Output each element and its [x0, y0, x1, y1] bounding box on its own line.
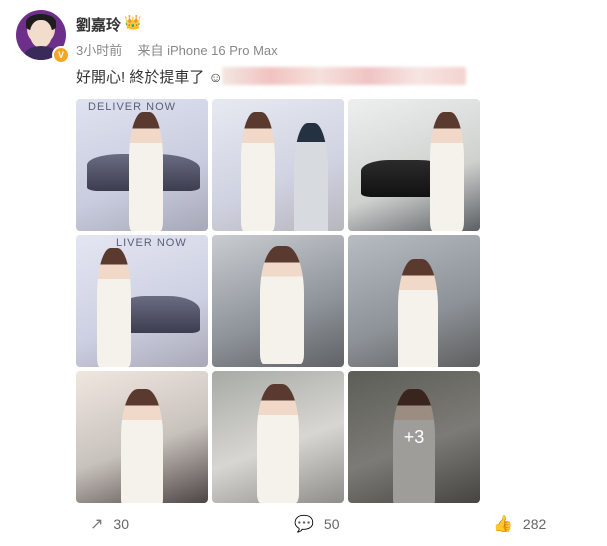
- robot-shape: [293, 122, 329, 231]
- photo-6[interactable]: [348, 235, 480, 367]
- person-shape: [256, 384, 300, 503]
- post-source: 来自 iPhone 16 Pro Max: [137, 43, 278, 58]
- comment-button[interactable]: 💬 50: [294, 514, 340, 534]
- more-photos-overlay[interactable]: +3: [348, 371, 480, 503]
- share-count: 30: [113, 516, 129, 532]
- comment-icon: 💬: [294, 516, 314, 533]
- post-time[interactable]: 3小时前: [76, 43, 122, 58]
- photo-7[interactable]: [76, 371, 208, 503]
- author-name[interactable]: 劉嘉玲: [76, 14, 121, 35]
- person-shape: [128, 112, 164, 231]
- person-shape: [120, 389, 164, 503]
- post-text: 好開心! 終於提車了 ☺: [76, 66, 223, 87]
- car-shape: [120, 295, 201, 333]
- photo-8[interactable]: [212, 371, 344, 503]
- comment-count: 50: [323, 516, 340, 532]
- post-text-content: 好開心! 終於提車了: [76, 69, 205, 86]
- smile-emoji-icon: ☺: [208, 69, 223, 85]
- avatar-face: [30, 20, 52, 48]
- person-shape: [398, 258, 438, 367]
- like-count: 282: [522, 516, 547, 532]
- photo-3[interactable]: [348, 99, 480, 231]
- photo-sign: DELIVER NOW: [88, 101, 177, 113]
- person-shape: [241, 112, 276, 231]
- verified-badge-icon: V: [52, 46, 70, 64]
- person-shape: [429, 112, 465, 231]
- person-shape: [259, 245, 305, 365]
- photo-9[interactable]: +3: [348, 371, 480, 503]
- like-button[interactable]: 👍 282: [493, 514, 546, 534]
- person-shape: [97, 248, 132, 367]
- share-icon: ↗: [90, 516, 104, 533]
- post-meta: 3小时前 来自 iPhone 16 Pro Max: [76, 40, 278, 59]
- share-button[interactable]: ↗ 30: [90, 514, 129, 534]
- blurred-text: [222, 67, 466, 85]
- like-icon: 👍: [493, 516, 513, 533]
- post-card: V 劉嘉玲 👑 3小时前 来自 iPhone 16 Pro Max 好開心! 終…: [0, 0, 607, 546]
- photo-1[interactable]: DELIVER NOW: [76, 99, 208, 231]
- photo-4[interactable]: LIVER NOW: [76, 235, 208, 367]
- crown-icon: 👑: [124, 14, 142, 30]
- photo-2[interactable]: [212, 99, 344, 231]
- photo-sign: LIVER NOW: [116, 237, 187, 249]
- image-grid: DELIVER NOW LIVER NOW +3: [76, 99, 480, 503]
- photo-5[interactable]: [212, 235, 344, 367]
